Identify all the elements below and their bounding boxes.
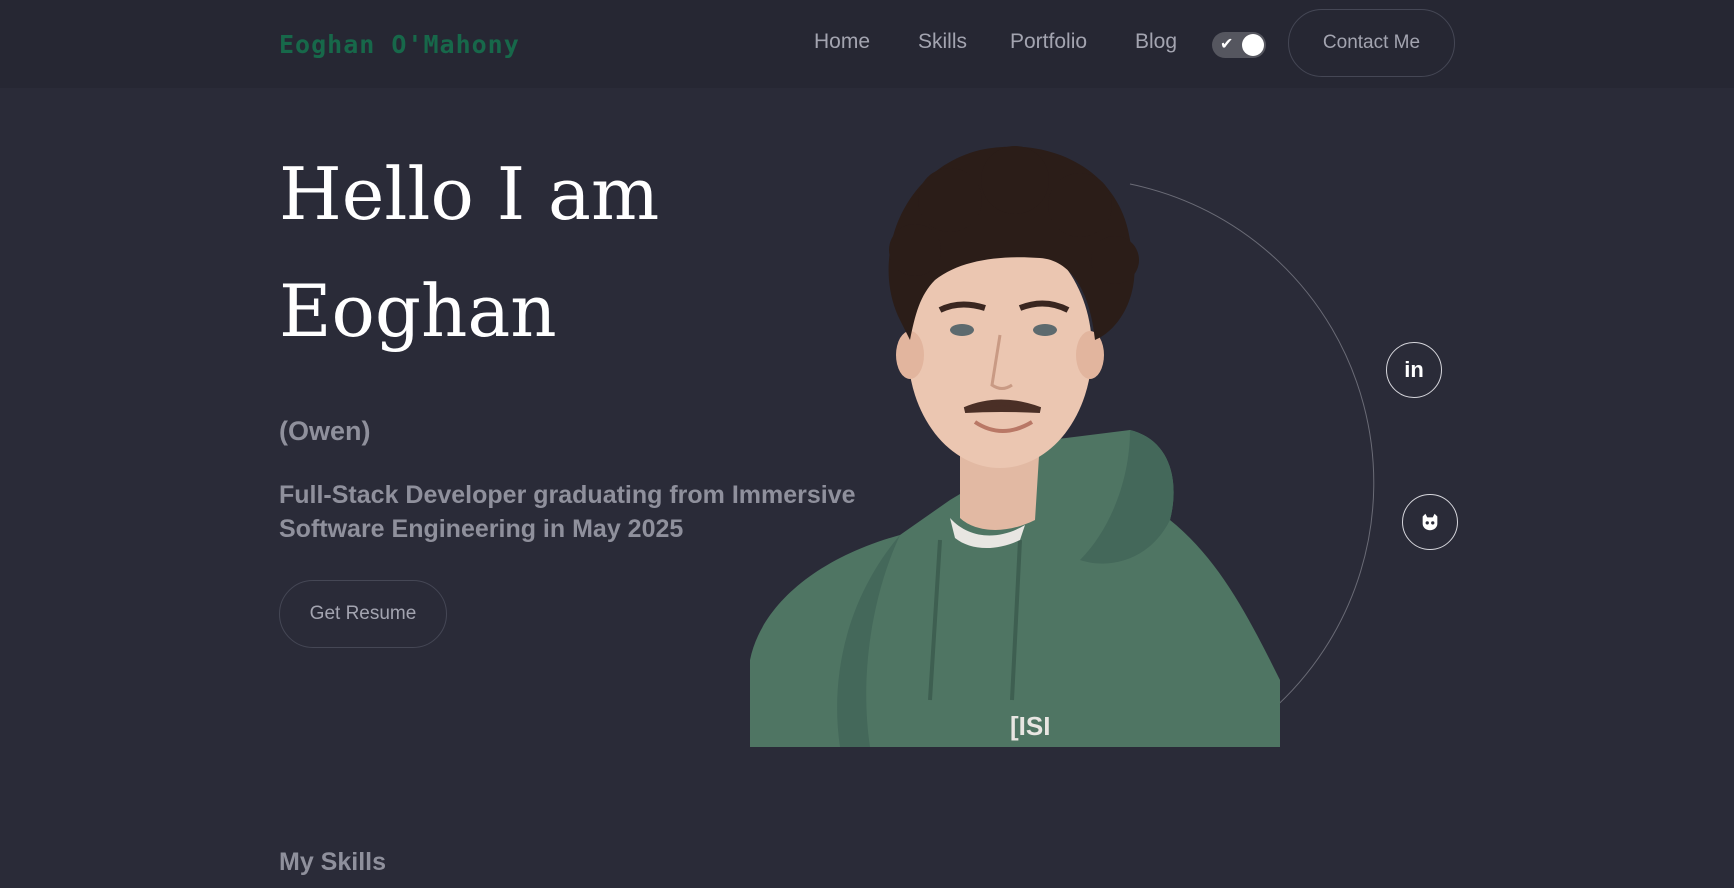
nav-blog[interactable]: Blog [1135,30,1177,54]
site-logo[interactable]: Eoghan O'Mahony [279,30,520,59]
nav-skills[interactable]: Skills [918,30,967,54]
check-icon: ✔ [1220,36,1234,53]
linkedin-button[interactable]: in [1386,342,1442,398]
nav-home[interactable]: Home [814,30,870,54]
get-resume-button[interactable]: Get Resume [279,580,447,648]
hero-nickname: (Owen) [279,416,371,446]
hero-greeting-line1: Hello I am [279,152,660,236]
github-button[interactable] [1402,494,1458,550]
github-icon [1422,513,1438,531]
site-header: Eoghan O'Mahony Home Skills Portfolio Bl… [0,0,1734,88]
hero-greeting-line2: Eoghan [279,269,557,353]
svg-text:[ISI: [ISI [1010,711,1050,741]
theme-toggle[interactable]: ✔ [1212,32,1266,58]
nav-portfolio[interactable]: Portfolio [1010,30,1087,54]
linkedin-icon: in [1404,357,1424,382]
skills-heading: My Skills [279,848,386,876]
toggle-knob [1242,34,1264,56]
contact-me-button[interactable]: Contact Me [1288,9,1455,77]
profile-photo: [ISI [750,146,1280,747]
